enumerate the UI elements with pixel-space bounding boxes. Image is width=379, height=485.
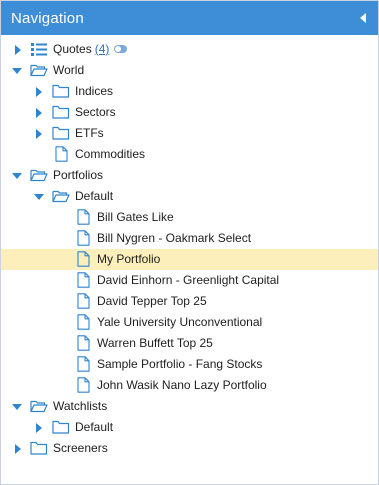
tree-node-watchlists-default[interactable]: Default xyxy=(1,417,378,438)
folder-icon xyxy=(52,126,70,140)
expand-icon[interactable] xyxy=(11,438,25,459)
file-icon xyxy=(77,209,90,225)
tree-node-etfs[interactable]: ETFs xyxy=(1,123,378,144)
portfolios-default-label: Default xyxy=(75,189,114,203)
list-icon xyxy=(31,43,47,56)
portfolio-label: Warren Buffett Top 25 xyxy=(97,336,213,350)
portfolio-item[interactable]: Bill Gates Like xyxy=(1,207,378,228)
expand-icon[interactable] xyxy=(32,417,46,438)
watchlists-label: Watchlists xyxy=(53,399,108,413)
file-icon xyxy=(77,293,90,309)
folder-icon xyxy=(52,105,70,119)
tree-node-world[interactable]: World xyxy=(1,60,378,81)
tree-node-watchlists[interactable]: Watchlists xyxy=(1,396,378,417)
portfolio-item[interactable]: Warren Buffett Top 25 xyxy=(1,333,378,354)
tree-node-portfolios[interactable]: Portfolios xyxy=(1,165,378,186)
folder-open-icon xyxy=(52,190,70,203)
tree-node-screeners[interactable]: Screeners xyxy=(1,438,378,459)
folder-open-icon xyxy=(30,169,48,182)
file-icon xyxy=(77,377,90,393)
folder-open-icon xyxy=(30,64,48,77)
tree-node-portfolios-default[interactable]: Default xyxy=(1,186,378,207)
portfolio-item[interactable]: Sample Portfolio - Fang Stocks xyxy=(1,354,378,375)
quotes-count-link[interactable]: (4) xyxy=(95,42,110,56)
file-icon xyxy=(77,272,90,288)
tree-node-indices[interactable]: Indices xyxy=(1,81,378,102)
tree-node-commodities[interactable]: Commodities xyxy=(1,144,378,165)
portfolio-item[interactable]: Bill Nygren - Oakmark Select xyxy=(1,228,378,249)
navigation-panel: Navigation Quotes (4) World Indices Sect… xyxy=(0,0,379,485)
portfolio-label: David Einhorn - Greenlight Capital xyxy=(97,273,280,287)
folder-open-icon xyxy=(30,400,48,413)
screeners-label: Screeners xyxy=(53,441,108,455)
portfolio-label: My Portfolio xyxy=(97,252,161,266)
etfs-label: ETFs xyxy=(75,126,104,140)
portfolio-label: John Wasik Nano Lazy Portfolio xyxy=(97,378,267,392)
navigation-tree: Quotes (4) World Indices Sectors ETFs Co… xyxy=(1,35,378,459)
tree-node-sectors[interactable]: Sectors xyxy=(1,102,378,123)
file-icon xyxy=(77,335,90,351)
collapse-panel-icon[interactable] xyxy=(360,13,366,23)
folder-icon xyxy=(30,441,48,455)
navigation-header: Navigation xyxy=(1,1,378,35)
panel-title: Navigation xyxy=(11,9,84,27)
folder-icon xyxy=(52,84,70,98)
portfolio-item[interactable]: David Einhorn - Greenlight Capital xyxy=(1,270,378,291)
collapse-icon[interactable] xyxy=(10,60,24,81)
indices-label: Indices xyxy=(75,84,114,98)
commodities-label: Commodities xyxy=(75,147,146,161)
portfolio-item[interactable]: John Wasik Nano Lazy Portfolio xyxy=(1,375,378,396)
file-icon xyxy=(77,356,90,372)
expand-icon[interactable] xyxy=(32,102,46,123)
collapse-icon[interactable] xyxy=(10,396,24,417)
file-icon xyxy=(77,314,90,330)
folder-icon xyxy=(52,420,70,434)
file-icon xyxy=(55,146,68,162)
portfolio-label: Yale University Unconventional xyxy=(97,315,263,329)
portfolio-item[interactable]: David Tepper Top 25 xyxy=(1,291,378,312)
world-label: World xyxy=(53,63,85,77)
portfolio-label: Sample Portfolio - Fang Stocks xyxy=(97,357,263,371)
portfolio-label: Bill Nygren - Oakmark Select xyxy=(97,231,252,245)
quotes-toggle-icon[interactable] xyxy=(114,44,128,53)
expand-icon[interactable] xyxy=(32,123,46,144)
portfolio-item[interactable]: Yale University Unconventional xyxy=(1,312,378,333)
watchlists-default-label: Default xyxy=(75,420,114,434)
tree-node-quotes[interactable]: Quotes (4) xyxy=(1,39,378,60)
expand-icon[interactable] xyxy=(11,39,25,60)
collapse-icon[interactable] xyxy=(10,165,24,186)
portfolios-label: Portfolios xyxy=(53,168,104,182)
file-icon xyxy=(77,230,90,246)
file-icon xyxy=(77,251,90,267)
sectors-label: Sectors xyxy=(75,105,116,119)
expand-icon[interactable] xyxy=(32,81,46,102)
quotes-label: Quotes xyxy=(53,42,92,56)
portfolio-label: David Tepper Top 25 xyxy=(97,294,207,308)
collapse-icon[interactable] xyxy=(32,186,46,207)
portfolio-label: Bill Gates Like xyxy=(97,210,174,224)
portfolio-item-selected[interactable]: My Portfolio xyxy=(1,249,378,270)
